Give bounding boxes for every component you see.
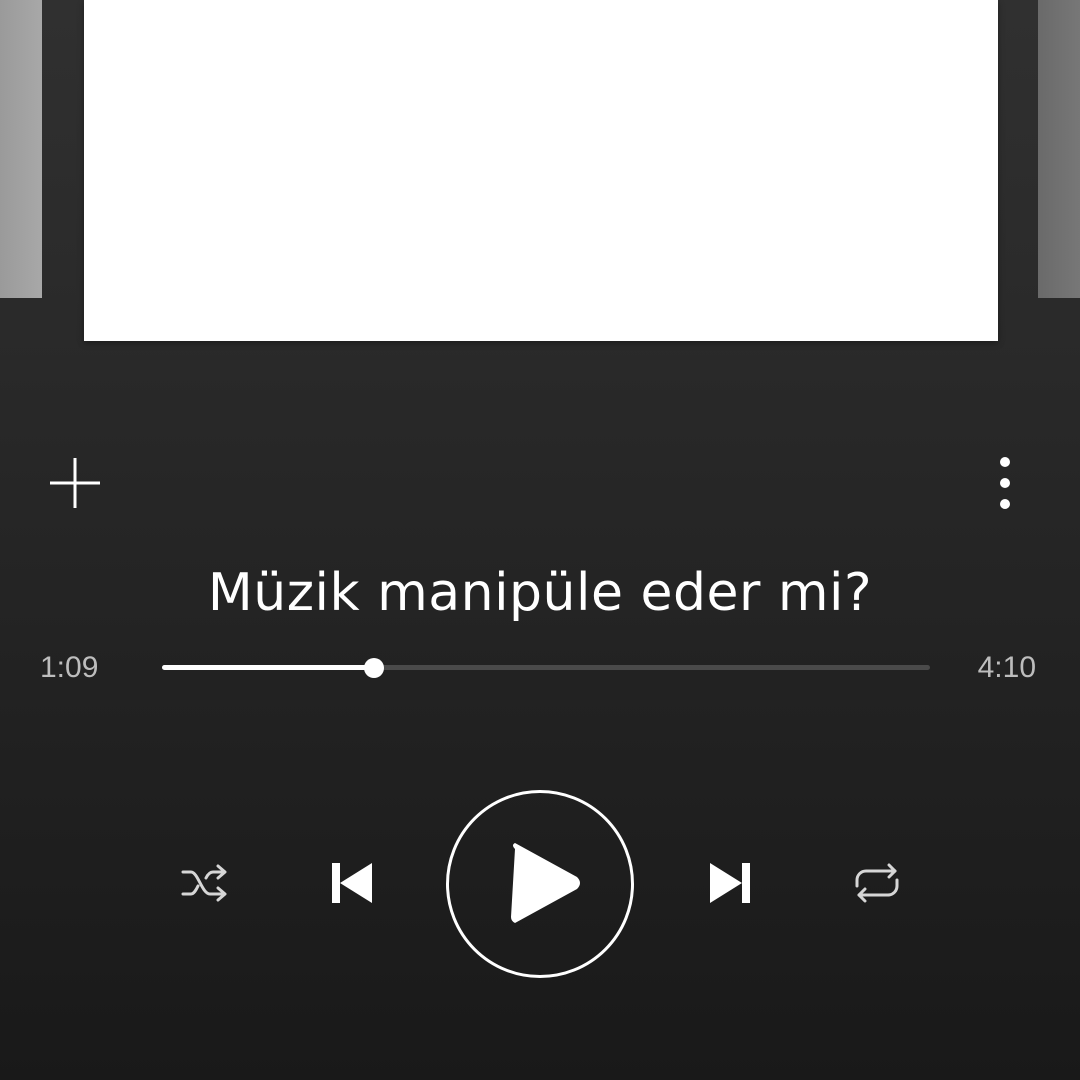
play-button[interactable] (445, 789, 635, 979)
progress-fill (162, 665, 374, 670)
plus-icon (50, 458, 100, 508)
elapsed-time: 1:09 (40, 651, 99, 684)
repeat-button[interactable] (846, 856, 908, 910)
previous-album-art[interactable] (0, 0, 42, 298)
total-time: 4:10 (977, 651, 1036, 684)
next-album-art[interactable] (1038, 0, 1080, 298)
shuffle-button[interactable] (176, 856, 234, 910)
play-icon (446, 790, 634, 978)
track-title: Müzik manipüle eder mi? (207, 563, 873, 623)
repeat-icon (855, 863, 899, 903)
skip-next-icon (710, 863, 750, 903)
skip-previous-icon (332, 863, 372, 903)
next-track-button[interactable] (700, 856, 760, 910)
album-art (84, 0, 998, 341)
add-to-library-button[interactable] (44, 452, 106, 514)
shuffle-icon (181, 864, 227, 902)
previous-track-button[interactable] (322, 856, 382, 910)
more-vertical-icon (1000, 457, 1010, 509)
more-options-button[interactable] (982, 452, 1028, 514)
progress-knob[interactable] (363, 658, 384, 678)
progress-bar[interactable] (162, 658, 930, 678)
